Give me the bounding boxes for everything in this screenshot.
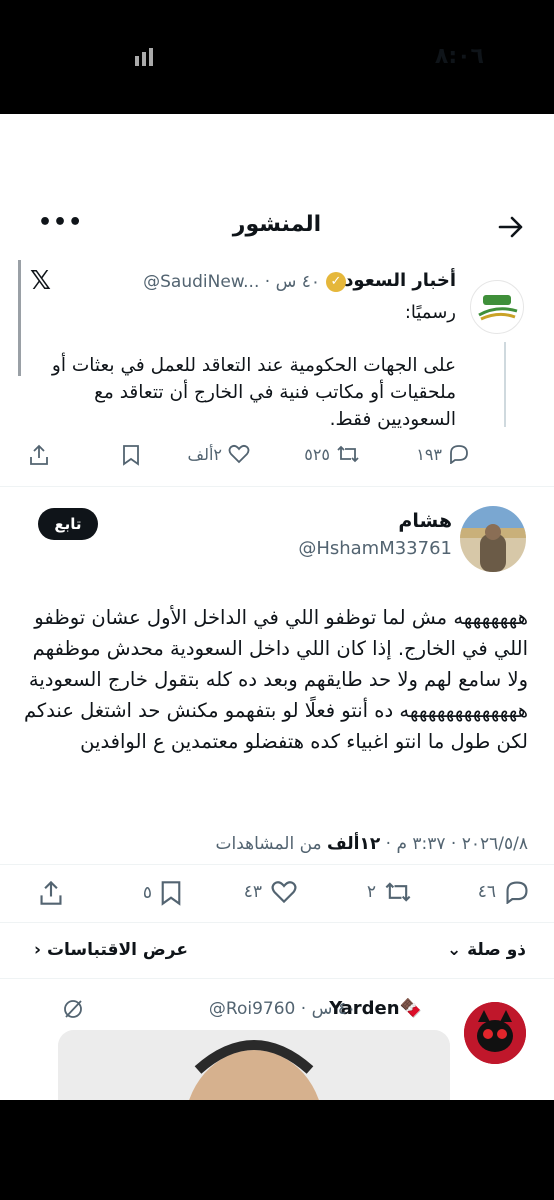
share-button[interactable] [28, 444, 50, 466]
quotes-label: عرض الاقتباسات [46, 940, 188, 960]
avatar[interactable] [460, 506, 526, 572]
avatar[interactable] [464, 1002, 526, 1064]
divider [0, 864, 554, 865]
bookmark-icon [123, 445, 139, 466]
share-icon [30, 444, 48, 465]
bookmark-icon [161, 881, 181, 906]
tweet-metadata: ٢٠٢٦/٥/٨ · ٣:٣٧ م · ١٢ألف من المشاهدات [215, 834, 528, 854]
reply-button[interactable]: ٤٦ [478, 880, 530, 904]
reply-media-image[interactable] [58, 1030, 450, 1100]
more-options-button[interactable]: ••• [38, 210, 83, 235]
tweet-body: هههههههه مش لما توظفو اللي في الداخل الأ… [23, 606, 528, 753]
battery-icon [52, 50, 86, 66]
follow-button[interactable]: تابع [38, 508, 98, 540]
bookmark-button[interactable] [122, 444, 140, 466]
repost-icon [385, 882, 411, 902]
related-label: ذو صلة [467, 940, 526, 960]
divider [0, 486, 554, 487]
repost-icon [337, 445, 359, 463]
grok-icon[interactable] [62, 998, 84, 1024]
status-time: ٨:٠٦ [434, 44, 484, 69]
divider [0, 978, 554, 979]
repost-button[interactable]: ٥٢٥ [304, 444, 360, 464]
verified-badge-icon: ✓ [326, 272, 346, 292]
tweet-actions-bar: ٤٦ ٢ ٤٣ ٥ [30, 880, 530, 910]
post-screen: المنشور ••• أخبار السعودية ✓ @SaudiNew..… [0, 114, 554, 1100]
wifi-icon [96, 46, 120, 70]
author-name[interactable]: هشام [398, 510, 452, 532]
status-bar: ٨:٠٦ [0, 40, 554, 80]
reply-handle-time: @Roi9760 · ٤٠ س [208, 999, 356, 1019]
author-handle[interactable]: @HshamM33761 [298, 538, 452, 559]
heart-icon [271, 881, 297, 904]
share-button[interactable] [38, 880, 64, 906]
like-button[interactable]: ٢ألف [188, 444, 250, 464]
heart-icon [228, 444, 250, 464]
related-dropdown[interactable]: ذو صلة ⌄ [447, 940, 526, 960]
avatar[interactable] [470, 280, 524, 334]
view-quotes-link[interactable]: عرض الاقتباسات ‹ [34, 940, 188, 960]
divider [0, 922, 554, 923]
like-button[interactable]: ٤٣ [244, 880, 298, 904]
thread-line [504, 342, 506, 427]
reply-icon [450, 445, 468, 464]
quoted-actions-bar: ١٩٣ ٥٢٥ ٢ألف [20, 444, 470, 474]
share-icon [40, 880, 62, 905]
chevron-left-icon: ‹ [34, 940, 42, 960]
repost-button[interactable]: ٢ [367, 880, 412, 904]
quoted-subtitle: رسميًا: [404, 302, 456, 323]
bookmark-button[interactable]: ٥ [143, 880, 182, 906]
reply-icon [506, 881, 528, 904]
x-logo-icon: 𝕏 [30, 266, 51, 296]
quoted-tweet-body: على الجهات الحكومية عند التعاقد للعمل في… [51, 355, 456, 430]
quoted-handle-time: @SaudiNew... · ٤٠ س [143, 272, 320, 292]
cellular-signal-icon [128, 48, 154, 70]
location-arrow-icon [410, 48, 430, 72]
scroll-indicator [18, 260, 21, 376]
reply-button[interactable]: ١٩٣ [416, 444, 470, 464]
chevron-down-icon: ⌄ [446, 940, 462, 960]
